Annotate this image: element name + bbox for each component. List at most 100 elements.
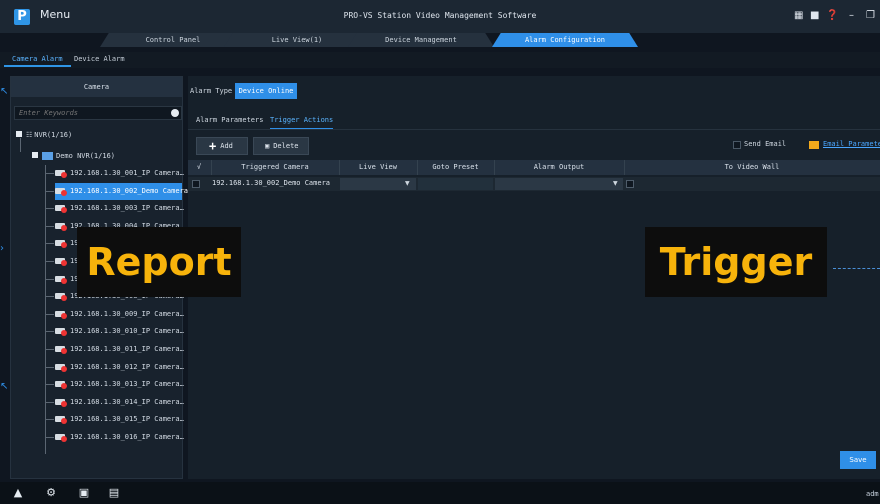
camera-list-item[interactable]: 192.168.1.30_010_IP Camera… <box>55 323 184 340</box>
video-wall-checkbox[interactable] <box>626 180 634 188</box>
email-parameter-link[interactable]: Email Parameter <box>823 140 880 148</box>
tree-node-label: Demo NVR(1/16) <box>56 152 116 160</box>
camera-list-item[interactable]: 192.168.1.30_003_IP Camera… <box>55 200 184 217</box>
camera-search-box <box>14 106 182 120</box>
nvr-device-icon <box>42 152 53 160</box>
screen-icon[interactable]: ▣ <box>78 487 90 499</box>
camera-icon <box>55 257 68 266</box>
tree-connector <box>45 261 54 262</box>
column-header-check[interactable]: √ <box>188 160 210 175</box>
tab-control-panel[interactable]: Control Panel <box>100 33 246 47</box>
tab-device-management[interactable]: Device Management <box>348 33 494 47</box>
trash-icon: ▣ <box>265 142 270 150</box>
column-header-goto-preset: Goto Preset <box>432 163 479 171</box>
email-icon <box>809 141 819 149</box>
camera-icon <box>55 345 68 354</box>
tab-trigger-actions[interactable]: Trigger Actions <box>270 116 334 129</box>
edge-arrow-icon: ↖ <box>0 381 9 392</box>
report-overlay-label: Report <box>77 227 241 297</box>
add-button[interactable]: + Add <box>196 137 248 155</box>
camera-list-item[interactable]: 192.168.1.30_013_IP Camera… <box>55 376 184 393</box>
restore-icon[interactable]: ❐ <box>866 10 875 21</box>
camera-label: 192.168.1.30_015_IP Camera… <box>70 415 184 423</box>
delete-button[interactable]: ▣ Delete <box>253 137 309 155</box>
camera-icon <box>55 187 68 196</box>
tree-connector <box>45 314 54 315</box>
help-icon[interactable]: ❓ <box>826 10 838 21</box>
tree-connector <box>45 419 54 420</box>
lock-icon[interactable]: ■ <box>810 10 819 21</box>
camera-label: 192.168.1.30_016_IP Camera… <box>70 433 184 441</box>
send-email-checkbox[interactable] <box>733 141 741 149</box>
edge-arrow-icon: › <box>0 243 4 254</box>
camera-list-item[interactable]: 192.168.1.30_011_IP Camera… <box>55 341 184 358</box>
network-icon[interactable]: ▦ <box>794 10 803 21</box>
camera-label: 192.168.1.30_003_IP Camera… <box>70 204 184 212</box>
tree-connector <box>45 173 54 174</box>
plus-icon: + <box>209 139 217 153</box>
camera-label: 192.168.1.30_013_IP Camera… <box>70 380 184 388</box>
column-header-to-video-wall: To Video Wall <box>724 163 780 171</box>
camera-icon <box>55 239 68 248</box>
goto-preset-cell[interactable] <box>418 178 493 190</box>
add-button-label: Add <box>220 142 233 150</box>
tab-alarm-configuration[interactable]: Alarm Configuration <box>492 33 638 47</box>
camera-search-input[interactable] <box>15 107 171 119</box>
camera-icon <box>55 169 68 178</box>
camera-icon <box>55 363 68 372</box>
row-checkbox[interactable] <box>192 180 200 188</box>
tree-node-nvr[interactable]: ☷ NVR(1/16) <box>16 127 72 144</box>
save-button[interactable]: Save <box>840 451 876 469</box>
camera-icon <box>55 415 68 424</box>
tree-connector <box>45 331 54 332</box>
camera-list-item[interactable]: 192.168.1.30_002_Demo Camera <box>55 183 188 200</box>
camera-list-item[interactable]: 192.168.1.30_016_IP Camera… <box>55 429 184 446</box>
tree-connector <box>45 349 54 350</box>
tree-connector <box>45 402 54 403</box>
alarm-config-icon[interactable]: ⚙ <box>45 487 57 499</box>
camera-label: 192.168.1.30_002_Demo Camera <box>70 187 189 195</box>
tree-connector <box>45 208 54 209</box>
chevron-down-icon[interactable]: ▼ <box>405 180 410 187</box>
camera-label: 192.168.1.30_001_IP Camera… <box>70 169 184 177</box>
report-icon[interactable]: ▤ <box>108 487 120 499</box>
tree-connector <box>45 279 54 280</box>
tab-alarm-parameters[interactable]: Alarm Parameters <box>196 116 263 124</box>
camera-list-item[interactable]: 192.168.1.30_001_IP Camera… <box>55 165 184 182</box>
camera-icon <box>55 222 68 231</box>
collapse-toggle-icon[interactable] <box>16 131 22 137</box>
alarm-type-label: Alarm Type <box>190 87 233 95</box>
alarm-output-select[interactable] <box>495 178 623 190</box>
status-bar <box>0 482 880 504</box>
tab-device-alarm[interactable]: Device Alarm <box>66 52 133 67</box>
tree-connector <box>45 367 54 368</box>
camera-list-item[interactable]: 192.168.1.30_014_IP Camera… <box>55 394 184 411</box>
tree-node-label: NVR(1/16) <box>34 131 73 139</box>
column-header-live-view: Live View <box>359 163 397 171</box>
camera-label: 192.168.1.30_010_IP Camera… <box>70 327 184 335</box>
chevron-down-icon[interactable]: ▼ <box>613 180 618 187</box>
search-icon[interactable] <box>171 109 179 117</box>
camera-icon <box>55 292 68 301</box>
tree-connector <box>45 191 54 192</box>
app-title: PRO-VS Station Video Management Software <box>343 11 537 20</box>
collapse-toggle-icon[interactable] <box>32 152 38 158</box>
alarm-warning-icon[interactable]: ▲ <box>12 487 24 499</box>
minimize-icon[interactable]: – <box>849 10 854 21</box>
camera-list-item[interactable]: 192.168.1.30_009_IP Camera… <box>55 306 184 323</box>
camera-label: 192.168.1.30_012_IP Camera… <box>70 363 184 371</box>
tab-live-view[interactable]: Live View(1) <box>224 33 370 47</box>
network-tree-icon: ☷ <box>26 131 33 139</box>
tree-connector <box>45 243 54 244</box>
camera-label: 192.168.1.30_009_IP Camera… <box>70 310 184 318</box>
alarm-type-select[interactable]: Device Online <box>235 83 297 99</box>
column-header-triggered-camera: Triggered Camera <box>241 163 309 171</box>
connector-dashed-line <box>833 268 880 269</box>
camera-icon <box>55 275 68 284</box>
tree-node-demo-nvr[interactable]: Demo NVR(1/16) <box>32 148 115 165</box>
tree-connector <box>45 437 54 438</box>
tab-camera-alarm[interactable]: Camera Alarm <box>4 52 71 67</box>
camera-list-item[interactable]: 192.168.1.30_012_IP Camera… <box>55 359 184 376</box>
camera-panel-header: Camera <box>11 77 182 97</box>
camera-list-item[interactable]: 192.168.1.30_015_IP Camera… <box>55 411 184 428</box>
